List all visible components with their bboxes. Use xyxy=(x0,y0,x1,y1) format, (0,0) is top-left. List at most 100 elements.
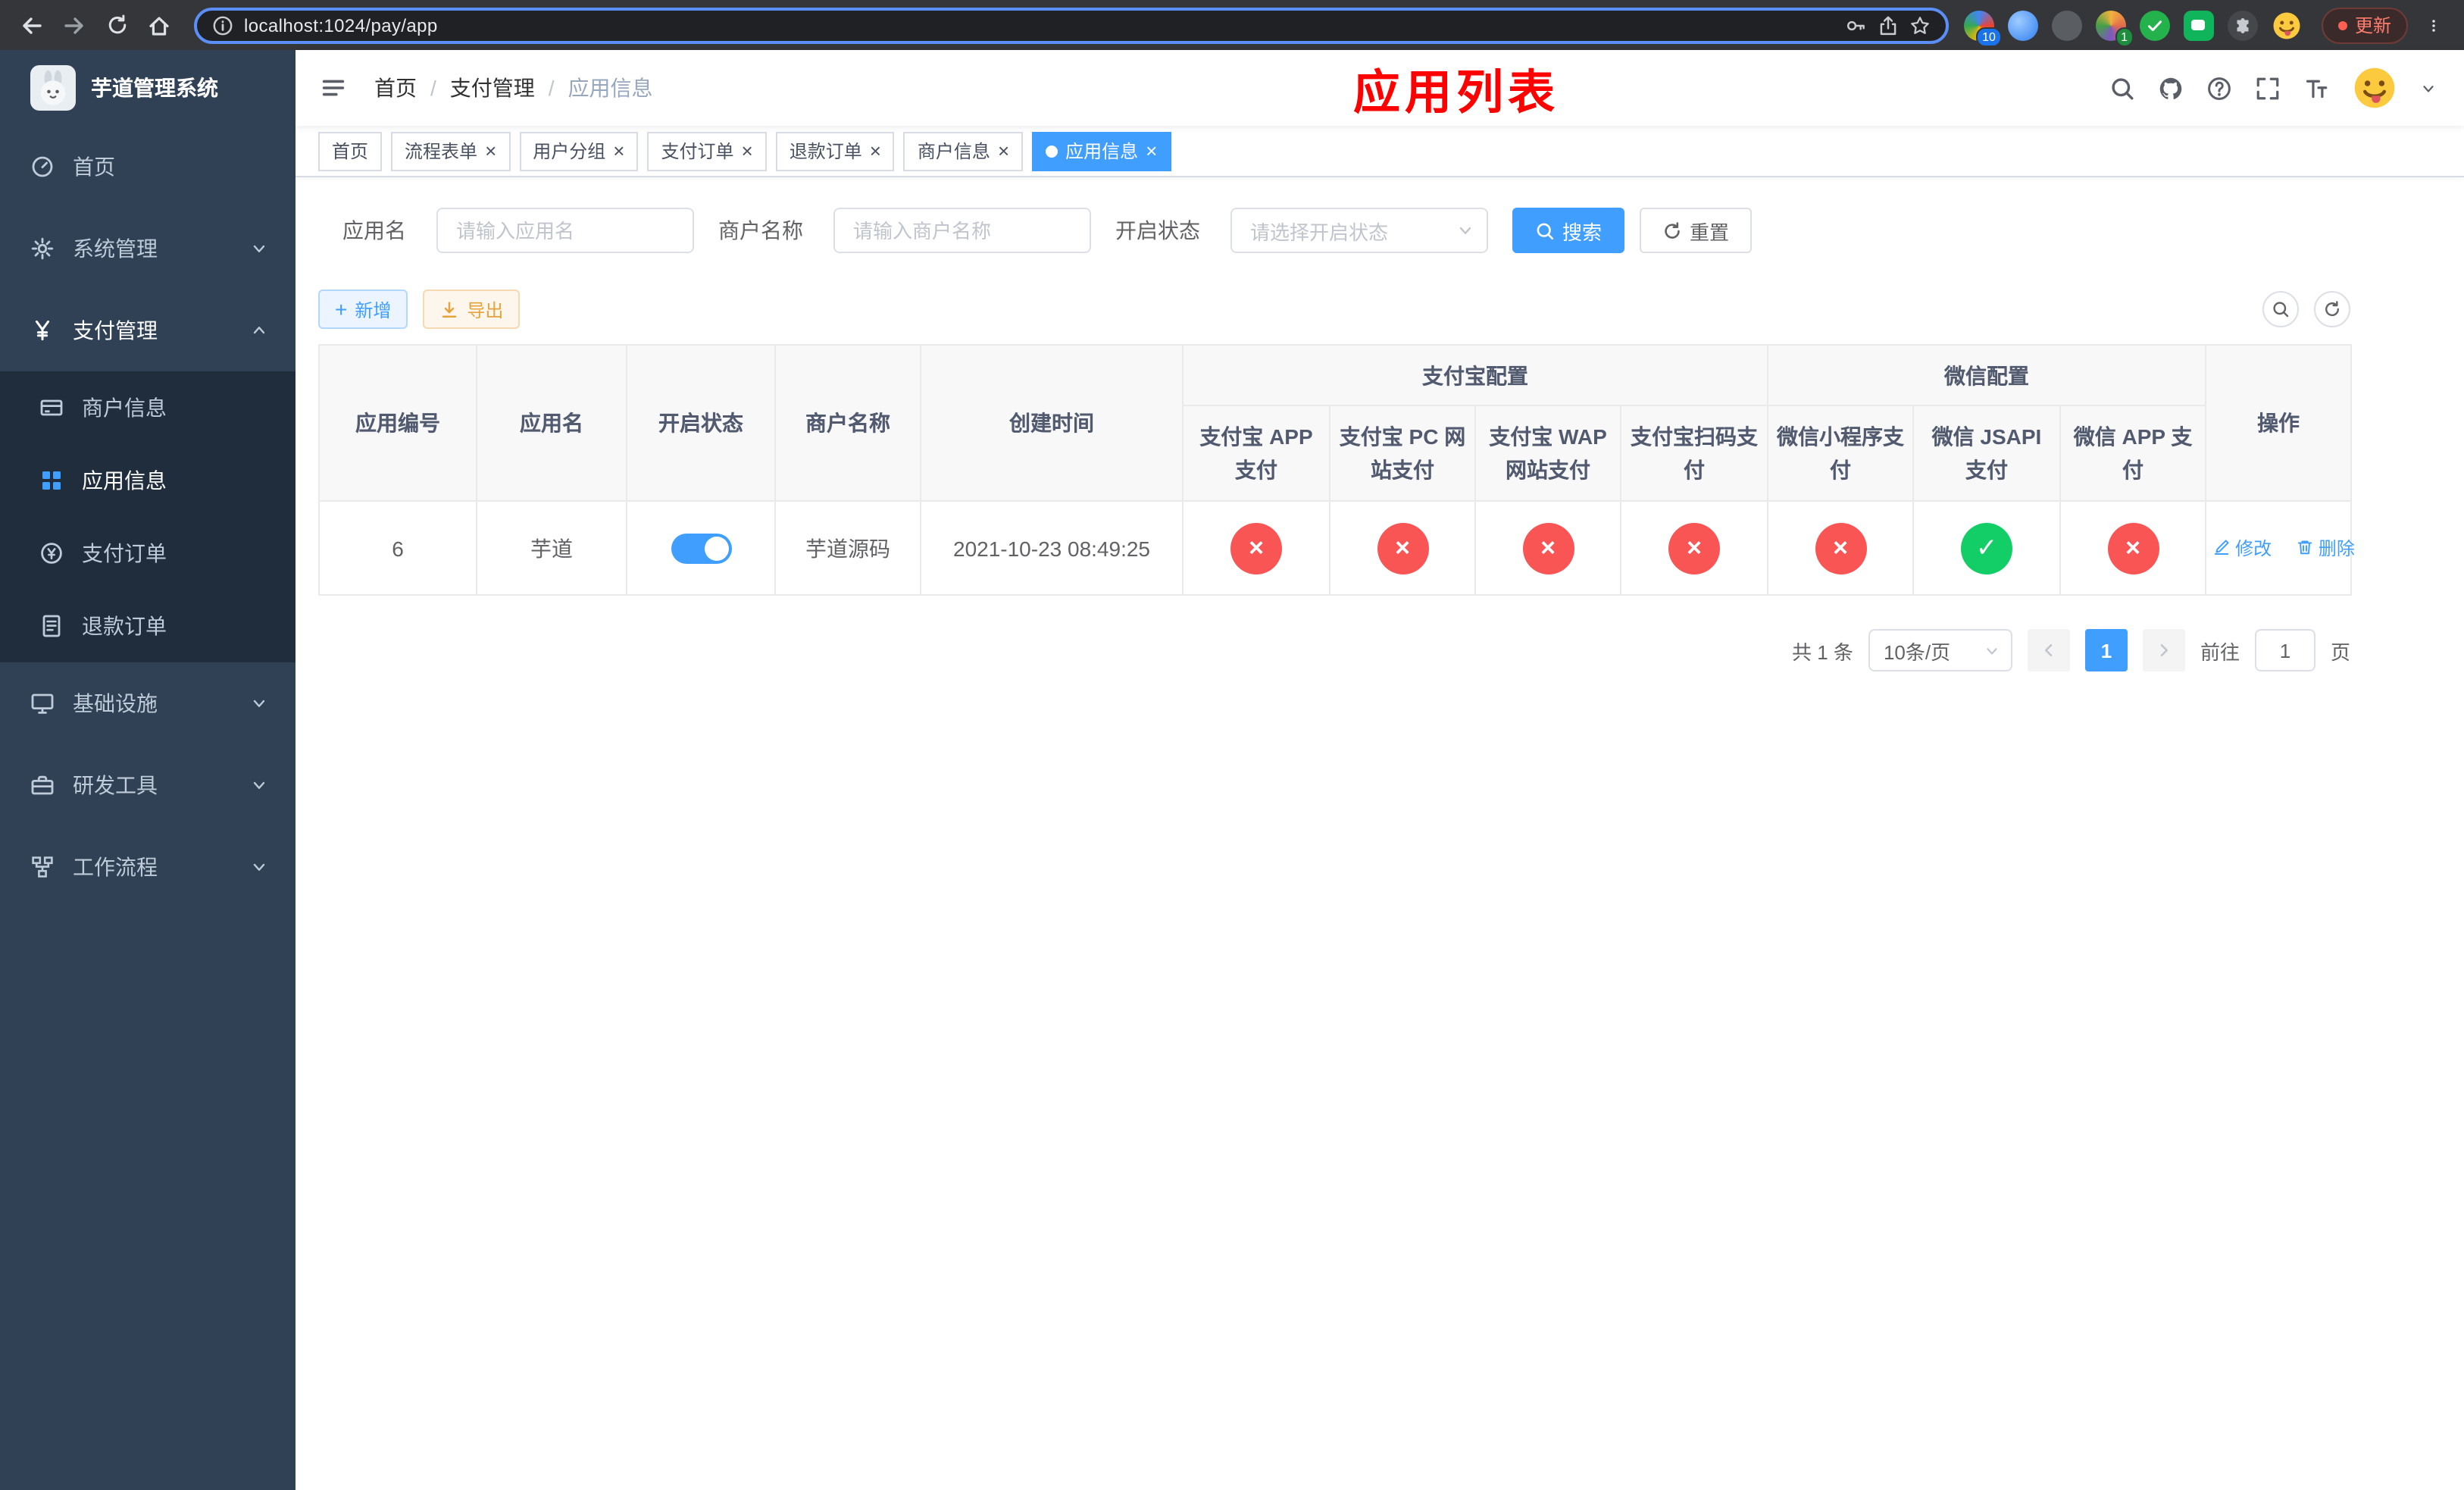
sidebar-item-infrastructure[interactable]: 基础设施 xyxy=(0,662,295,744)
tab-close-icon[interactable]: × xyxy=(485,141,496,161)
app-name-input[interactable] xyxy=(436,208,694,253)
extension-icon-emoji[interactable] xyxy=(2272,10,2302,40)
extension-icon-blue[interactable] xyxy=(2007,10,2038,40)
add-button[interactable]: + 新增 xyxy=(318,290,408,329)
password-key-icon[interactable] xyxy=(1846,14,1867,36)
sidebar-item-payment[interactable]: 支付管理 xyxy=(0,290,295,371)
browser-reload-button[interactable] xyxy=(97,5,136,45)
extensions-puzzle-icon[interactable] xyxy=(2227,10,2258,40)
trash-icon xyxy=(2296,539,2314,557)
extension-icon-chat[interactable] xyxy=(2183,10,2214,40)
filter-label-merchant-name: 商户名称 xyxy=(718,218,803,243)
breadcrumb-payment[interactable]: 支付管理 xyxy=(450,73,568,103)
pagination-total: 共 1 条 xyxy=(1792,640,1853,663)
sidebar-item-refund-orders[interactable]: 退款订单 xyxy=(0,590,295,662)
coin-icon xyxy=(39,541,64,565)
profile-extension-icon[interactable]: 1 xyxy=(2095,10,2134,46)
browser-extensions-cluster: 10 1 更新 xyxy=(1963,7,2452,46)
edit-link[interactable]: 修改 xyxy=(2212,535,2272,561)
tab-merchant-info[interactable]: 商户信息 × xyxy=(903,131,1024,171)
font-size-icon[interactable] xyxy=(2303,75,2329,101)
prev-page-button[interactable] xyxy=(2027,629,2070,671)
avatar[interactable] xyxy=(2352,65,2397,111)
chevron-down-icon xyxy=(1984,642,2000,659)
col-group-alipay: 支付宝配置 xyxy=(1182,344,1768,406)
toggle-search-button[interactable] xyxy=(2262,291,2299,327)
tab-process-form[interactable]: 流程表单 × xyxy=(391,131,511,171)
annotation-overlay: 应用列表 xyxy=(1353,66,1559,119)
browser-forward-button[interactable] xyxy=(55,5,94,45)
chevron-down-icon[interactable] xyxy=(2420,80,2437,96)
credit-card-icon xyxy=(39,396,64,420)
sidebar-item-label: 应用信息 xyxy=(82,468,167,493)
app-logo-row[interactable]: 芋道管理系统 xyxy=(0,50,295,126)
sidebar-item-home[interactable]: 首页 xyxy=(0,126,295,208)
wechat-mini-status-badge: × xyxy=(1815,522,1866,574)
search-button[interactable]: 搜索 xyxy=(1512,208,1625,253)
sidebar-item-payment-orders[interactable]: 支付订单 xyxy=(0,517,295,590)
col-app-id: 应用编号 xyxy=(318,344,477,502)
wechat-app-status-badge: × xyxy=(2107,522,2159,574)
tab-close-icon[interactable]: × xyxy=(613,141,624,161)
extension-icon-colorful[interactable]: 10 xyxy=(1963,10,2002,46)
filter-label-status: 开启状态 xyxy=(1115,218,1200,243)
refresh-table-button[interactable] xyxy=(2314,291,2350,327)
table-mini-actions xyxy=(2262,291,2350,327)
sidebar-item-merchant-info[interactable]: 商户信息 xyxy=(0,371,295,444)
browser-menu-icon[interactable] xyxy=(2422,13,2446,37)
browser-home-button[interactable] xyxy=(139,5,179,45)
sidebar-item-app-info[interactable]: 应用信息 xyxy=(0,444,295,517)
cell-alipay-qr: × xyxy=(1620,500,1768,596)
extension-icon-dark[interactable] xyxy=(2051,10,2082,40)
tab-app-info[interactable]: 应用信息 × xyxy=(1032,131,1171,171)
goto-unit: 页 xyxy=(2330,640,2350,663)
tab-close-icon[interactable]: × xyxy=(742,141,753,161)
export-button[interactable]: 导出 xyxy=(423,290,521,329)
tab-close-icon[interactable]: × xyxy=(998,141,1009,161)
goto-page-input[interactable] xyxy=(2254,629,2315,671)
delete-link-label: 删除 xyxy=(2318,537,2355,559)
next-page-button[interactable] xyxy=(2142,629,2185,671)
sidebar-item-label: 工作流程 xyxy=(73,855,158,879)
search-icon xyxy=(1535,221,1555,240)
rabbit-logo-icon xyxy=(33,68,73,108)
reset-button[interactable]: 重置 xyxy=(1640,208,1753,253)
sidebar-item-workflow[interactable]: 工作流程 xyxy=(0,826,295,908)
search-icon[interactable] xyxy=(2109,75,2135,101)
main-area: 首页 支付管理 应用信息 应用列表 首页 xyxy=(295,50,2464,1490)
update-dot-icon xyxy=(2337,20,2347,30)
github-icon[interactable] xyxy=(2158,75,2184,101)
tab-close-icon[interactable]: × xyxy=(870,141,881,161)
extension-icon-green-check[interactable] xyxy=(2139,10,2170,40)
status-toggle[interactable] xyxy=(671,533,731,563)
breadcrumb-home[interactable]: 首页 xyxy=(374,73,450,103)
reset-button-label: 重置 xyxy=(1690,221,1730,243)
delete-link[interactable]: 删除 xyxy=(2296,535,2355,561)
address-bar[interactable]: localhost:1024/pay/app xyxy=(194,7,1949,43)
site-info-icon[interactable] xyxy=(212,14,233,36)
tab-close-icon[interactable]: × xyxy=(1146,141,1157,161)
status-select[interactable]: 请选择开启状态 xyxy=(1230,208,1488,253)
sidebar-toggle-button[interactable] xyxy=(314,68,353,108)
bookmark-star-icon[interactable] xyxy=(1909,14,1931,36)
tab-label: 应用信息 xyxy=(1065,141,1139,162)
tab-payment-orders[interactable]: 支付订单 × xyxy=(647,131,767,171)
page-1-button[interactable]: 1 xyxy=(2084,629,2128,671)
workflow-icon xyxy=(30,855,55,879)
col-wechat-jsapi: 微信 JSAPI 支付 xyxy=(1912,405,2061,502)
cell-alipay-app: × xyxy=(1182,500,1330,596)
page-size-select[interactable]: 10条/页 xyxy=(1868,629,2012,671)
fullscreen-icon[interactable] xyxy=(2255,75,2281,101)
browser-update-button[interactable]: 更新 xyxy=(2321,7,2408,43)
help-icon[interactable] xyxy=(2206,75,2232,101)
sidebar-item-system[interactable]: 系统管理 xyxy=(0,208,295,290)
share-icon[interactable] xyxy=(1878,14,1899,36)
tab-home[interactable]: 首页 xyxy=(318,131,383,171)
tab-refund-orders[interactable]: 退款订单 × xyxy=(775,131,895,171)
merchant-name-input[interactable] xyxy=(833,208,1091,253)
browser-back-button[interactable] xyxy=(12,5,52,45)
tab-user-group[interactable]: 用户分组 × xyxy=(519,131,639,171)
refresh-icon xyxy=(2323,300,2341,318)
chevron-down-icon xyxy=(250,694,268,712)
sidebar-item-dev-tools[interactable]: 研发工具 xyxy=(0,744,295,826)
